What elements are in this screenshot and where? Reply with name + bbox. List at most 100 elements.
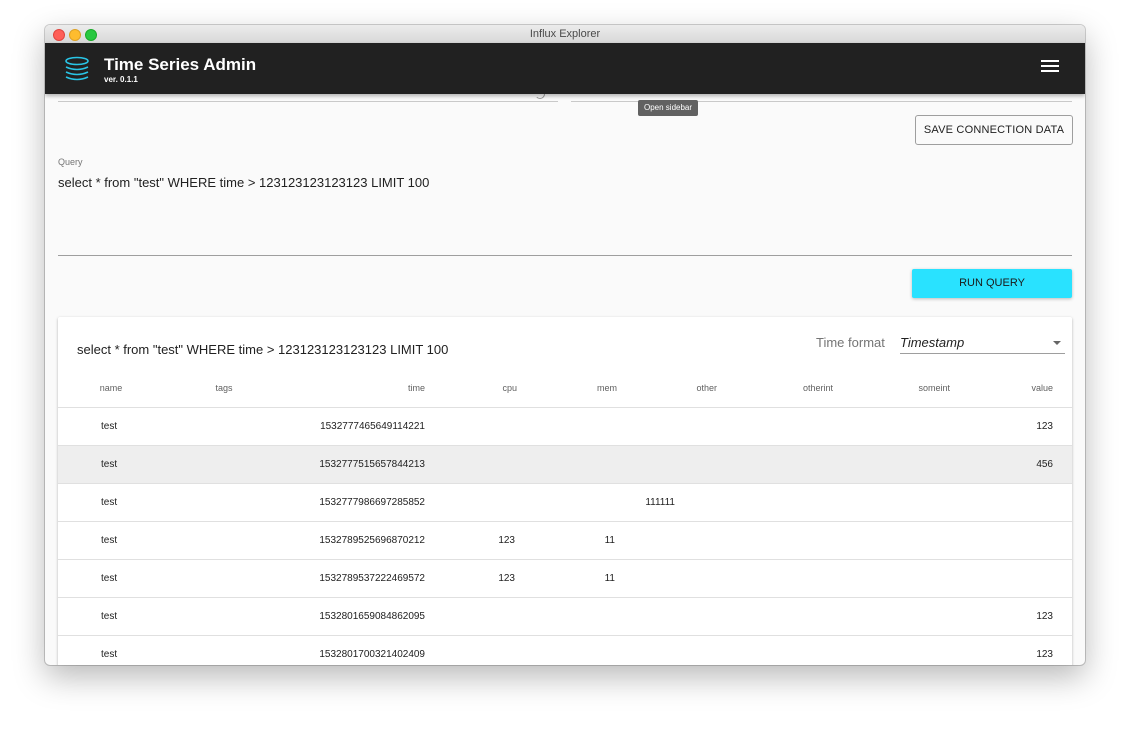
cell-name: test xyxy=(58,445,164,484)
cell-tags xyxy=(164,521,284,560)
cell-other xyxy=(617,597,717,636)
cell-value: 123 xyxy=(950,407,1072,446)
cell-cpu xyxy=(425,445,517,484)
cell-someint xyxy=(833,445,950,484)
table-row[interactable]: test 1532801659084862095 123 xyxy=(58,597,1072,636)
cell-cpu xyxy=(425,407,517,446)
cell-time: 1532777515657844213 xyxy=(284,445,425,484)
app-title: Time Series Admin xyxy=(104,55,257,74)
cell-tags xyxy=(164,559,284,598)
cell-name: test xyxy=(58,407,164,446)
cell-name: test xyxy=(58,597,164,636)
time-format-select[interactable]: Timestamp xyxy=(900,327,1065,354)
column-header-name[interactable]: name xyxy=(58,369,164,408)
cell-mem xyxy=(517,597,617,636)
cell-tags xyxy=(164,597,284,636)
column-header-cpu[interactable]: cpu xyxy=(425,369,517,408)
cell-time: 1532801700321402409 xyxy=(284,635,425,665)
cell-someint xyxy=(833,521,950,560)
cell-time: 1532789537222469572 xyxy=(284,559,425,598)
cell-time: 1532777465649114221 xyxy=(284,407,425,446)
cell-someint xyxy=(833,597,950,636)
cell-name: test xyxy=(58,483,164,522)
run-query-button[interactable]: RUN QUERY xyxy=(912,269,1072,298)
table-row[interactable]: test 1532777465649114221 123 xyxy=(58,407,1072,446)
cell-tags xyxy=(164,445,284,484)
cell-value xyxy=(950,559,1072,598)
cell-cpu: 123 xyxy=(425,521,517,560)
hamburger-menu-icon[interactable] xyxy=(1041,60,1059,76)
app-window: Influx Explorer Time Series Admin ver. 0… xyxy=(45,25,1085,665)
cell-tags xyxy=(164,483,284,522)
cell-value xyxy=(950,521,1072,560)
cell-someint xyxy=(833,635,950,665)
cell-other xyxy=(617,559,717,598)
cell-otherint xyxy=(717,521,833,560)
cell-value: 456 xyxy=(950,445,1072,484)
cell-name: test xyxy=(58,635,164,665)
open-sidebar-tooltip: Open sidebar xyxy=(638,100,699,116)
cell-other xyxy=(617,635,717,665)
results-title: select * from "test" WHERE time > 123123… xyxy=(77,342,449,357)
cell-cpu: 123 xyxy=(425,559,517,598)
time-format-value: Timestamp xyxy=(900,335,965,350)
app-header: Time Series Admin ver. 0.1.1 xyxy=(45,43,1085,94)
column-header-tags[interactable]: tags xyxy=(164,369,284,408)
cell-cpu xyxy=(425,483,517,522)
cell-mem: 11 xyxy=(517,559,617,598)
save-connection-button[interactable]: SAVE CONNECTION DATA xyxy=(915,115,1073,145)
cell-value: 123 xyxy=(950,597,1072,636)
query-input-underline xyxy=(58,255,1072,256)
cell-tags xyxy=(164,407,284,446)
cell-otherint xyxy=(717,597,833,636)
cell-mem xyxy=(517,635,617,665)
results-table: name tags time cpu mem other otherint so… xyxy=(58,369,1072,665)
query-label: Query xyxy=(58,157,83,167)
cell-name: test xyxy=(58,521,164,560)
query-input[interactable]: select * from "test" WHERE time > 123123… xyxy=(58,175,429,190)
cell-tags xyxy=(164,635,284,665)
cell-someint xyxy=(833,407,950,446)
app-version: ver. 0.1.1 xyxy=(104,75,138,84)
table-row[interactable]: test 1532777986697285852 111111 xyxy=(58,483,1072,522)
cell-other xyxy=(617,407,717,446)
cell-someint xyxy=(833,559,950,598)
cell-other xyxy=(617,445,717,484)
window-title: Influx Explorer xyxy=(529,28,601,40)
column-header-mem[interactable]: mem xyxy=(517,369,617,408)
table-row[interactable]: test 1532801700321402409 123 xyxy=(58,635,1072,665)
cell-otherint xyxy=(717,407,833,446)
column-header-value[interactable]: value xyxy=(950,369,1072,408)
cell-value xyxy=(950,483,1072,522)
cell-cpu xyxy=(425,597,517,636)
cell-time: 1532801659084862095 xyxy=(284,597,425,636)
cell-mem xyxy=(517,407,617,446)
table-row[interactable]: test 1532789525696870212 123 11 xyxy=(58,521,1072,560)
column-header-time[interactable]: time xyxy=(284,369,425,408)
database-icon xyxy=(65,56,89,81)
connection-url-input[interactable] xyxy=(58,101,558,102)
chevron-down-icon xyxy=(1053,341,1061,345)
cell-other xyxy=(617,521,717,560)
cell-otherint xyxy=(717,445,833,484)
column-header-someint[interactable]: someint xyxy=(833,369,950,408)
cell-otherint xyxy=(717,559,833,598)
table-row[interactable]: test 1532777515657844213 456 xyxy=(58,445,1072,484)
cell-someint xyxy=(833,483,950,522)
table-header-row: name tags time cpu mem other otherint so… xyxy=(58,369,1072,408)
table-row[interactable]: test 1532789537222469572 123 11 xyxy=(58,559,1072,598)
window-titlebar: Influx Explorer xyxy=(45,25,1085,44)
cell-time: 1532777986697285852 xyxy=(284,483,425,522)
cell-value: 123 xyxy=(950,635,1072,665)
results-card: select * from "test" WHERE time > 123123… xyxy=(58,317,1072,665)
cell-time: 1532789525696870212 xyxy=(284,521,425,560)
column-header-other[interactable]: other xyxy=(617,369,717,408)
cell-name: test xyxy=(58,559,164,598)
cell-mem: 11 xyxy=(517,521,617,560)
cell-mem xyxy=(517,445,617,484)
column-header-otherint[interactable]: otherint xyxy=(717,369,833,408)
cell-mem xyxy=(517,483,617,522)
cell-otherint xyxy=(717,483,833,522)
cell-otherint xyxy=(717,635,833,665)
cell-other: 111111 xyxy=(617,483,717,522)
